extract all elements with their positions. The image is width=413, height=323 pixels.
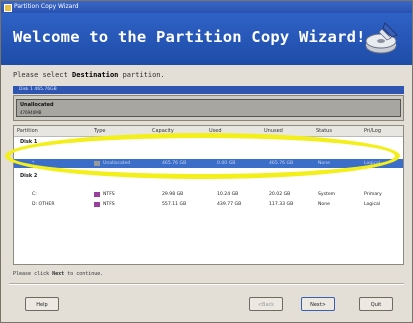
next-button[interactable]: Next>: [301, 297, 335, 311]
quit-button[interactable]: Quit: [359, 297, 393, 311]
footer-divider: [9, 283, 404, 285]
disk2-group-heading: Disk 2: [20, 173, 38, 179]
col-type[interactable]: Type: [94, 128, 105, 134]
col-unused[interactable]: Unused: [264, 128, 283, 134]
banner-title: Welcome to the Partition Copy Wizard!: [13, 28, 366, 46]
wizard-disk-icon: [365, 22, 398, 54]
back-button[interactable]: <Back: [249, 297, 283, 311]
fs-color-swatch: [94, 161, 100, 166]
wizard-window: Partition Copy Wizard Welcome to the Par…: [0, 0, 413, 323]
table-row[interactable]: * Unallocated 465.76 GB 0.00 GB 465.76 G…: [14, 159, 403, 168]
fs-color-swatch: [94, 192, 100, 197]
col-partition[interactable]: Partition: [17, 128, 38, 134]
fs-color-swatch: [94, 202, 100, 207]
destination-prompt: Please select Destination partition.: [13, 71, 165, 79]
unallocated-fill: Unallocated 476940MB: [16, 99, 401, 117]
disk1-label: Disk 1 465.76GB: [19, 87, 57, 92]
help-button[interactable]: Help: [25, 297, 59, 311]
col-used[interactable]: Used: [209, 128, 222, 134]
disk1-group-heading: Disk 1: [20, 139, 38, 145]
unallocated-size: 476940MB: [20, 110, 42, 115]
continue-hint: Please click Next to continue.: [13, 271, 104, 277]
disk1-bar[interactable]: Disk 1 465.76GB: [13, 86, 404, 94]
partition-table: Partition Type Capacity Used Unused Stat…: [13, 125, 404, 265]
col-prilog[interactable]: Pri/Log: [364, 128, 381, 134]
col-status[interactable]: Status: [316, 128, 332, 134]
wizard-banner: Welcome to the Partition Copy Wizard!: [1, 13, 412, 65]
table-header: Partition Type Capacity Used Unused Stat…: [14, 126, 403, 137]
window-title: Partition Copy Wizard: [14, 3, 79, 10]
unallocated-block[interactable]: Unallocated 476940MB: [13, 95, 404, 121]
table-row[interactable]: D: OTHER NTFS 557.11 GB 439.77 GB 117.33…: [14, 200, 403, 209]
app-icon: [4, 4, 12, 12]
unallocated-name: Unallocated: [20, 102, 54, 108]
table-row[interactable]: C: NTFS 29.98 GB 10.24 GB 20.02 GB Syste…: [14, 190, 403, 199]
title-bar: Partition Copy Wizard: [1, 1, 412, 13]
col-capacity[interactable]: Capacity: [152, 128, 174, 134]
